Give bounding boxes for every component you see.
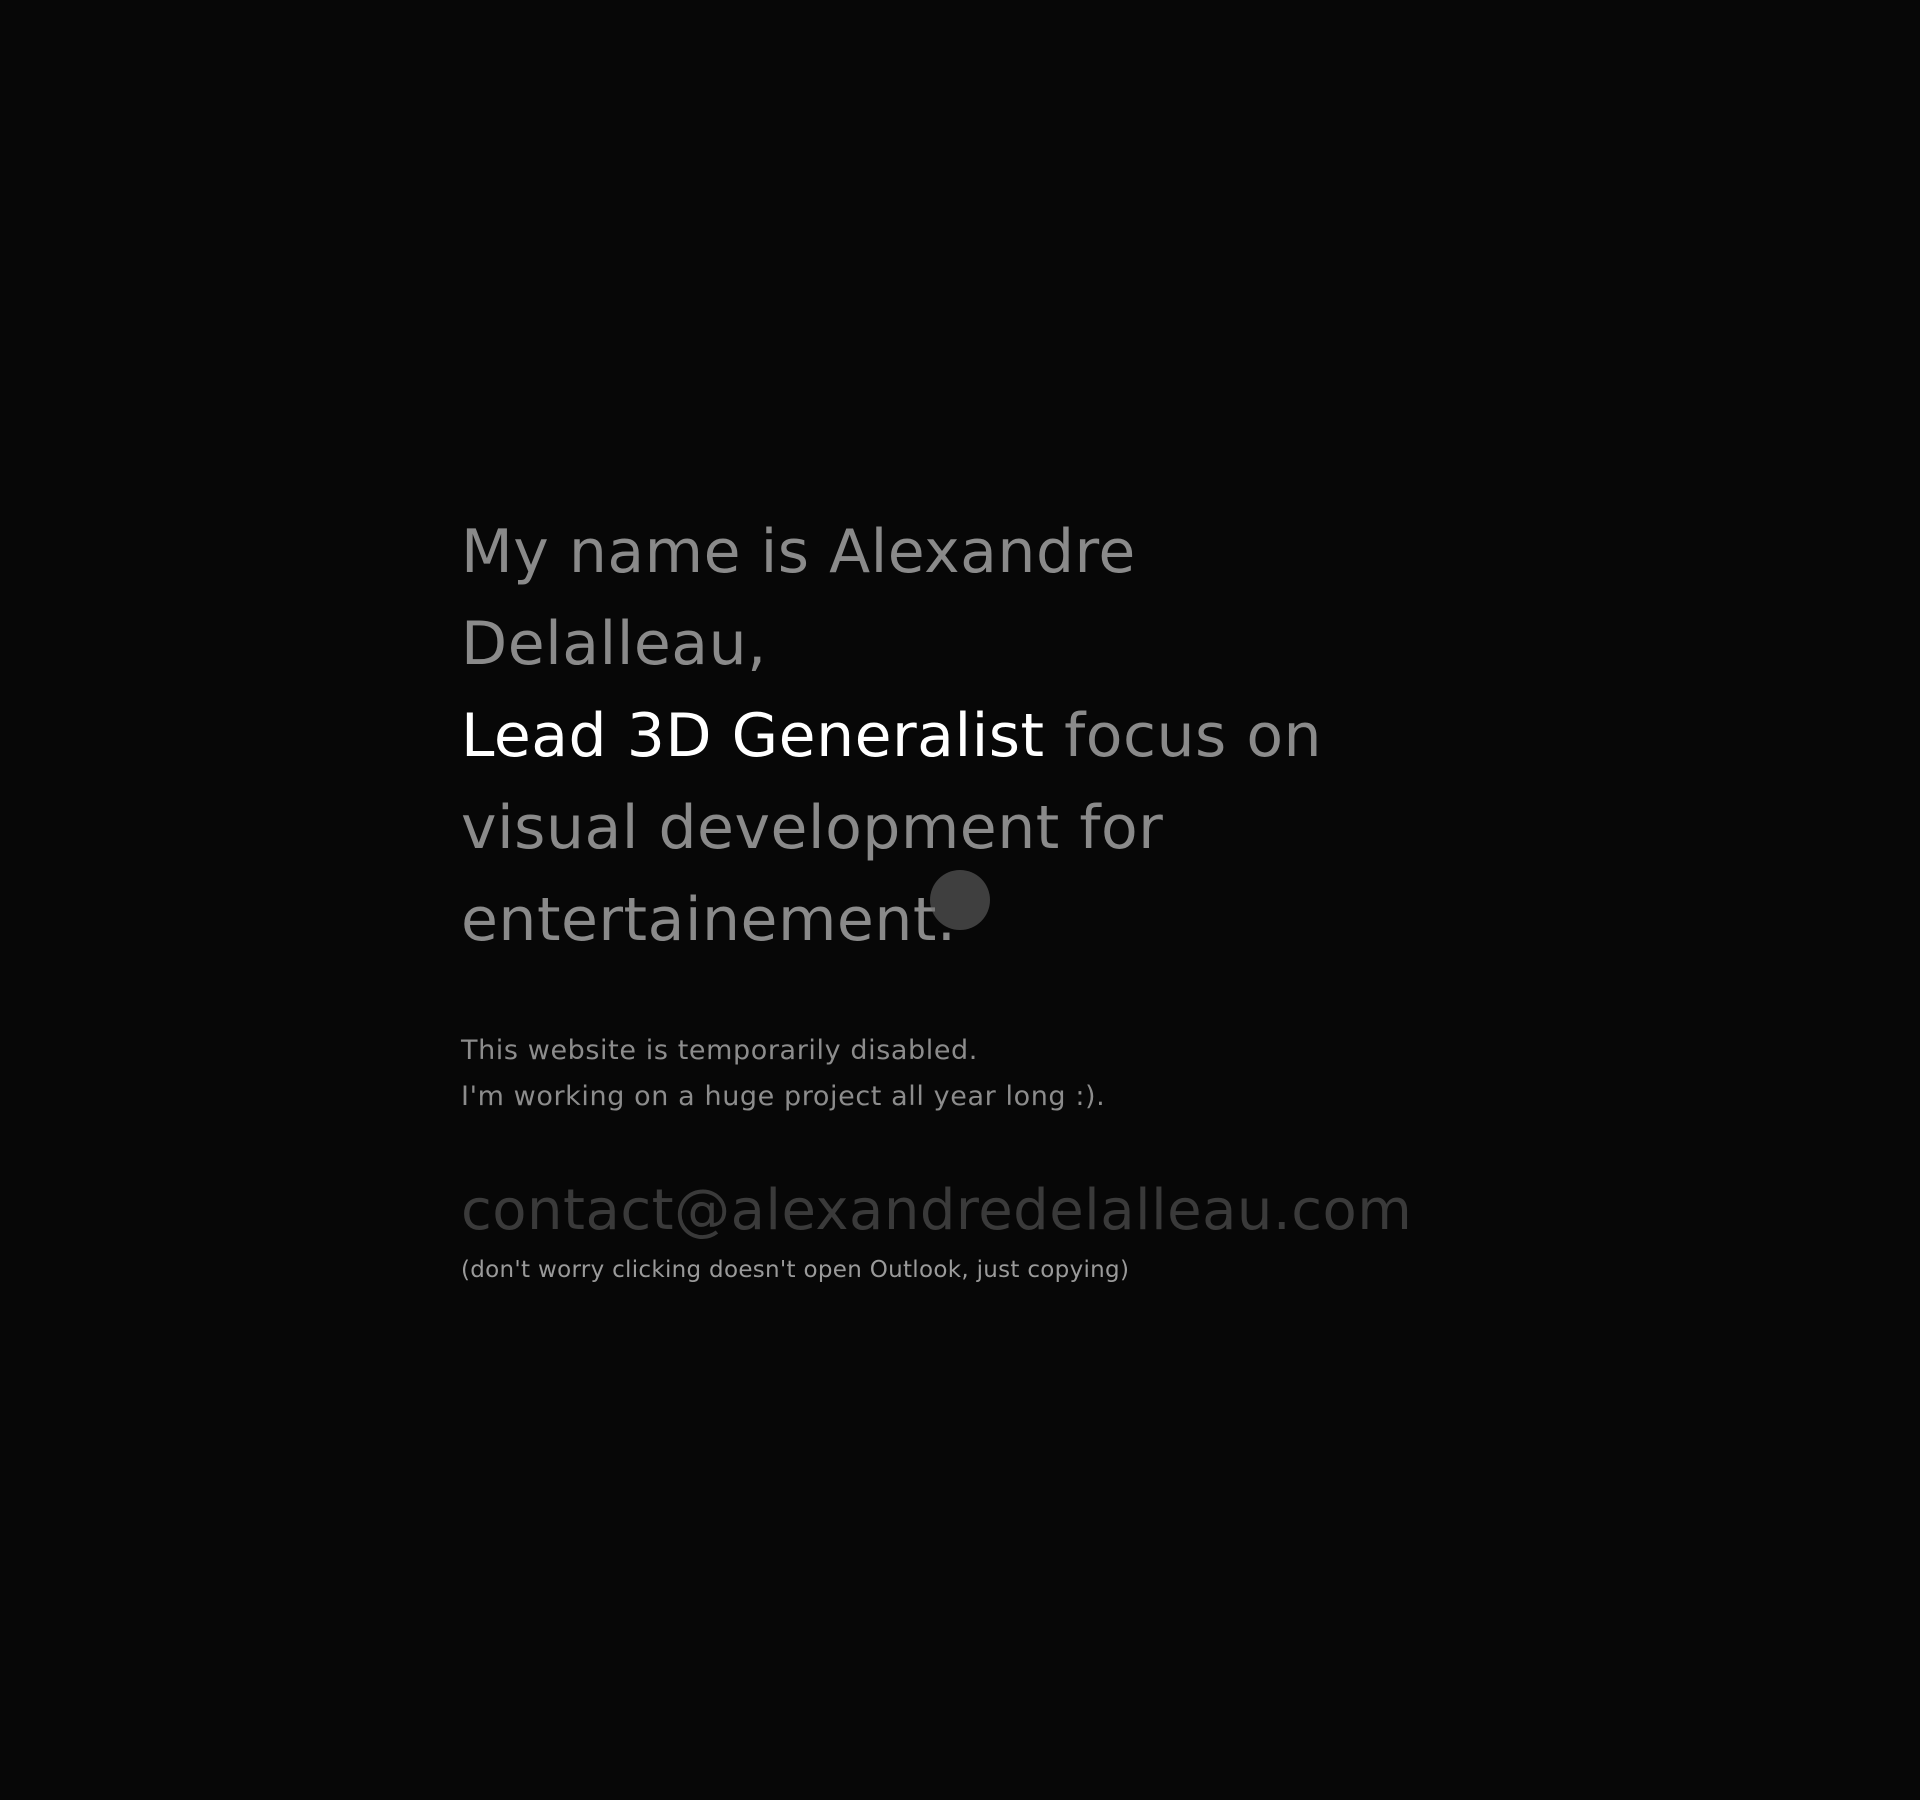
headline-role: Lead 3D Generalist <box>461 701 1045 771</box>
headline-rest-first: focus on <box>1044 701 1323 771</box>
cursor-follower <box>930 870 990 930</box>
status-line-1: This website is temporarily disabled. <box>461 1035 978 1066</box>
status-message: This website is temporarily disabled. I'… <box>461 1028 1461 1120</box>
intro-headline: My name is Alexandre Delalleau, Lead 3D … <box>461 506 1361 966</box>
page: { "headline": { "intro": "My name is Ale… <box>0 0 1920 1800</box>
headline-intro: My name is Alexandre Delalleau, <box>461 517 1136 679</box>
headline-rest-second: visual development for entertainement. <box>461 793 1164 955</box>
copy-note: (don't worry clicking doesn't open Outlo… <box>461 1257 1130 1283</box>
status-line-2: I'm working on a huge project all year l… <box>461 1081 1106 1112</box>
contact-email-copy[interactable]: contact@alexandredelalleau.com <box>461 1176 1412 1246</box>
